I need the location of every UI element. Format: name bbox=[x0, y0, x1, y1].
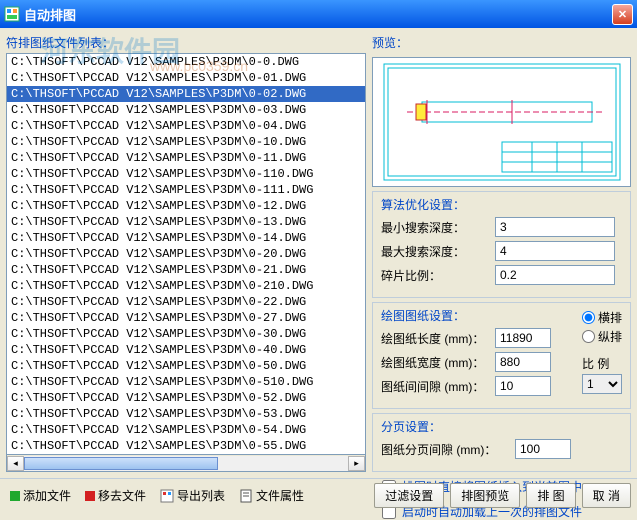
app-icon bbox=[4, 6, 20, 22]
min-depth-label: 最小搜索深度： bbox=[381, 219, 491, 236]
paper-length-input[interactable] bbox=[495, 328, 551, 348]
page-gap-label: 图纸分页间隙 (mm)： bbox=[381, 441, 511, 458]
file-list-item[interactable]: C:\THSOFT\PCCAD V12\SAMPLES\P3DM\0-40.DW… bbox=[7, 342, 365, 358]
scroll-right-arrow-icon[interactable]: ▸ bbox=[348, 456, 365, 471]
titlebar: 自动排图 ✕ bbox=[0, 0, 637, 28]
export-list-label: 导出列表 bbox=[177, 487, 225, 504]
file-list-item[interactable]: C:\THSOFT\PCCAD V12\SAMPLES\P3DM\0-110.D… bbox=[7, 166, 365, 182]
file-list-item[interactable]: C:\THSOFT\PCCAD V12\SAMPLES\P3DM\0-30.DW… bbox=[7, 326, 365, 342]
file-list-item[interactable]: C:\THSOFT\PCCAD V12\SAMPLES\P3DM\0-210.D… bbox=[7, 278, 365, 294]
file-list-item[interactable]: C:\THSOFT\PCCAD V12\SAMPLES\P3DM\0-111.D… bbox=[7, 182, 365, 198]
file-list-item[interactable]: C:\THSOFT\PCCAD V12\SAMPLES\P3DM\0-03.DW… bbox=[7, 102, 365, 118]
window-title: 自动排图 bbox=[24, 5, 612, 24]
paper-width-label: 绘图纸宽度 (mm)： bbox=[381, 354, 491, 371]
file-list-item[interactable]: C:\THSOFT\PCCAD V12\SAMPLES\P3DM\0-04.DW… bbox=[7, 118, 365, 134]
file-list-item[interactable]: C:\THSOFT\PCCAD V12\SAMPLES\P3DM\0-12.DW… bbox=[7, 198, 365, 214]
layout-button[interactable]: 排 图 bbox=[526, 483, 575, 508]
file-list-item[interactable]: C:\THSOFT\PCCAD V12\SAMPLES\P3DM\0-53.DW… bbox=[7, 406, 365, 422]
max-depth-input[interactable] bbox=[495, 241, 615, 261]
export-icon bbox=[160, 489, 174, 503]
orient-vertical-radio[interactable]: 纵排 bbox=[582, 328, 622, 345]
remove-file-button[interactable]: 移去文件 bbox=[81, 485, 150, 506]
file-list-item[interactable]: C:\THSOFT\PCCAD V12\SAMPLES\P3DM\0-20.DW… bbox=[7, 246, 365, 262]
scroll-thumb[interactable] bbox=[24, 457, 218, 470]
bottom-toolbar: 添加文件 移去文件 导出列表 文件属性 过滤设置 排图预览 排 图 取 消 bbox=[0, 478, 637, 512]
remove-file-label: 移去文件 bbox=[98, 487, 146, 504]
paper-length-label: 绘图纸长度 (mm)： bbox=[381, 330, 491, 347]
file-list-item[interactable]: C:\THSOFT\PCCAD V12\SAMPLES\P3DM\0-510.D… bbox=[7, 374, 365, 390]
file-list-item[interactable]: C:\THSOFT\PCCAD V12\SAMPLES\P3DM\0-50.DW… bbox=[7, 358, 365, 374]
file-list-item[interactable]: C:\THSOFT\PCCAD V12\SAMPLES\P3DM\0-22.DW… bbox=[7, 294, 365, 310]
paper-settings-group: 绘图图纸设置： 绘图纸长度 (mm)： 绘图纸宽度 (mm)： 图纸间间隙 (m… bbox=[372, 302, 631, 409]
preview-label: 预览： bbox=[372, 34, 631, 51]
paper-gap-input[interactable] bbox=[495, 376, 551, 396]
file-list-item[interactable]: C:\THSOFT\PCCAD V12\SAMPLES\P3DM\0-13.DW… bbox=[7, 214, 365, 230]
file-list-item[interactable]: C:\THSOFT\PCCAD V12\SAMPLES\P3DM\0-02.DW… bbox=[7, 86, 365, 102]
file-list-item[interactable]: C:\THSOFT\PCCAD V12\SAMPLES\P3DM\0-14.DW… bbox=[7, 230, 365, 246]
file-list-item[interactable]: C:\THSOFT\PCCAD V12\SAMPLES\P3DM\0-54.DW… bbox=[7, 422, 365, 438]
horizontal-scrollbar[interactable]: ◂ ▸ bbox=[6, 455, 366, 472]
cancel-button[interactable]: 取 消 bbox=[582, 483, 631, 508]
preview-pane bbox=[372, 57, 631, 187]
file-list-item[interactable]: C:\THSOFT\PCCAD V12\SAMPLES\P3DM\0-0.DWG bbox=[7, 54, 365, 70]
scroll-left-arrow-icon[interactable]: ◂ bbox=[7, 456, 24, 471]
add-file-label: 添加文件 bbox=[23, 487, 71, 504]
file-list-item[interactable]: C:\THSOFT\PCCAD V12\SAMPLES\P3DM\0-01.DW… bbox=[7, 70, 365, 86]
paper-gap-label: 图纸间间隙 (mm)： bbox=[381, 378, 491, 395]
file-list-label: 符排图纸文件列表： bbox=[6, 34, 366, 51]
layout-preview-button[interactable]: 排图预览 bbox=[450, 483, 520, 508]
orient-v-label: 纵排 bbox=[598, 328, 622, 345]
drawing-preview-icon bbox=[382, 62, 622, 182]
orient-horizontal-radio[interactable]: 横排 bbox=[582, 309, 622, 326]
file-listbox[interactable]: C:\THSOFT\PCCAD V12\SAMPLES\P3DM\0-0.DWG… bbox=[6, 53, 366, 455]
page-gap-input[interactable] bbox=[515, 439, 571, 459]
add-file-button[interactable]: 添加文件 bbox=[6, 485, 75, 506]
algorithm-settings-title: 算法优化设置： bbox=[381, 196, 622, 213]
paper-width-input[interactable] bbox=[495, 352, 551, 372]
ratio-select[interactable]: 1 bbox=[582, 374, 622, 394]
file-list-item[interactable]: C:\THSOFT\PCCAD V12\SAMPLES\P3DM\0-10.DW… bbox=[7, 134, 365, 150]
file-list-item[interactable]: C:\THSOFT\PCCAD V12\SAMPLES\P3DM\0-55.DW… bbox=[7, 438, 365, 454]
file-props-button[interactable]: 文件属性 bbox=[235, 485, 308, 506]
close-button[interactable]: ✕ bbox=[612, 4, 633, 25]
max-depth-label: 最大搜索深度： bbox=[381, 243, 491, 260]
algorithm-settings-group: 算法优化设置： 最小搜索深度： 最大搜索深度： 碎片比例： bbox=[372, 191, 631, 298]
ratio-label: 比 例 bbox=[582, 355, 622, 372]
export-list-button[interactable]: 导出列表 bbox=[156, 485, 229, 506]
pagination-title: 分页设置： bbox=[381, 418, 622, 435]
orient-h-label: 横排 bbox=[598, 309, 622, 326]
file-list-item[interactable]: C:\THSOFT\PCCAD V12\SAMPLES\P3DM\0-11.DW… bbox=[7, 150, 365, 166]
filter-settings-button[interactable]: 过滤设置 bbox=[374, 483, 444, 508]
min-depth-input[interactable] bbox=[495, 217, 615, 237]
frag-ratio-input[interactable] bbox=[495, 265, 615, 285]
file-list-item[interactable]: C:\THSOFT\PCCAD V12\SAMPLES\P3DM\0-21.DW… bbox=[7, 262, 365, 278]
file-list-item[interactable]: C:\THSOFT\PCCAD V12\SAMPLES\P3DM\0-52.DW… bbox=[7, 390, 365, 406]
file-list-item[interactable]: C:\THSOFT\PCCAD V12\SAMPLES\P3DM\0-27.DW… bbox=[7, 310, 365, 326]
props-icon bbox=[239, 489, 253, 503]
file-props-label: 文件属性 bbox=[256, 487, 304, 504]
paper-settings-title: 绘图图纸设置： bbox=[381, 307, 572, 324]
frag-ratio-label: 碎片比例： bbox=[381, 267, 491, 284]
pagination-settings-group: 分页设置： 图纸分页间隙 (mm)： bbox=[372, 413, 631, 472]
